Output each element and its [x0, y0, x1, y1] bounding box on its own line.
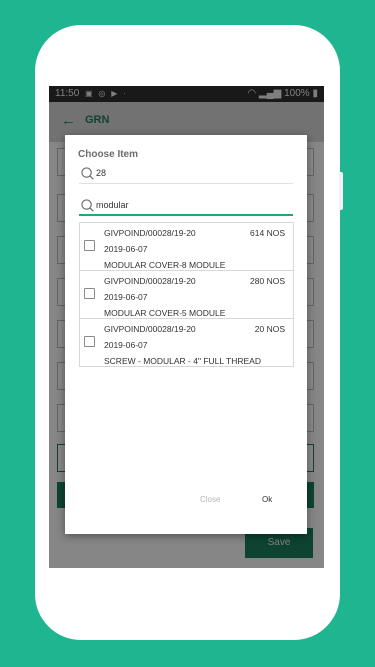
item-checkbox[interactable] — [84, 288, 95, 299]
phone-side-button — [339, 172, 343, 210]
item-date: 2019-06-07 — [104, 292, 148, 302]
item-date: 2019-06-07 — [104, 340, 148, 350]
item-name: MODULAR COVER-5 MODULE — [104, 308, 226, 318]
list-item[interactable]: GIVPOIND/00028/19-20 614 NOS 2019-06-07 … — [80, 223, 293, 271]
close-button[interactable]: Close — [200, 495, 220, 504]
item-code: GIVPOIND/00028/19-20 — [104, 276, 196, 286]
number-search-field[interactable]: 28 — [79, 164, 293, 184]
search-icon — [81, 199, 94, 212]
dialog-title: Choose Item — [78, 149, 139, 160]
list-item[interactable]: GIVPOIND/00028/19-20 280 NOS 2019-06-07 … — [80, 271, 293, 319]
item-list: GIVPOIND/00028/19-20 614 NOS 2019-06-07 … — [79, 222, 294, 367]
search-icon — [81, 167, 94, 180]
item-checkbox[interactable] — [84, 336, 95, 347]
item-quantity: 614 NOS — [250, 228, 285, 238]
item-name: MODULAR COVER-8 MODULE — [104, 260, 226, 270]
item-code: GIVPOIND/00028/19-20 — [104, 324, 196, 334]
item-name: SCREW - MODULAR - 4" FULL THREAD — [104, 356, 261, 366]
item-quantity: 20 NOS — [254, 324, 285, 334]
item-quantity: 280 NOS — [250, 276, 285, 286]
choose-item-dialog: Choose Item 28 modular GIVPOIND/00028/19… — [65, 135, 307, 534]
number-search-value: 28 — [96, 168, 107, 178]
item-search-value: modular — [96, 200, 129, 210]
item-code: GIVPOIND/00028/19-20 — [104, 228, 196, 238]
item-search-input[interactable]: modular — [79, 196, 293, 216]
item-date: 2019-06-07 — [104, 244, 148, 254]
ok-button[interactable]: Ok — [262, 495, 272, 504]
item-checkbox[interactable] — [84, 240, 95, 251]
list-item[interactable]: GIVPOIND/00028/19-20 20 NOS 2019-06-07 S… — [80, 319, 293, 367]
